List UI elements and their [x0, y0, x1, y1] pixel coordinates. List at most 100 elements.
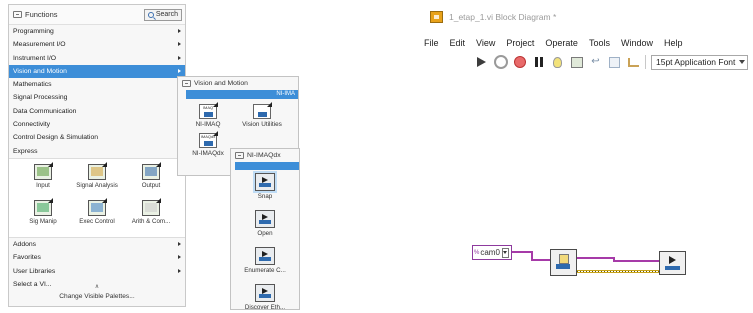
imaqdx-snap-node[interactable] [659, 251, 686, 275]
palette-item-label: Favorites [13, 254, 41, 262]
express-exec-control-icon [88, 199, 106, 216]
vm-tile-ni-imaqdx[interactable]: IMAQdx NI-IMAQdx [186, 133, 230, 157]
session-wire-segment[interactable] [531, 259, 550, 261]
io-name-icon: % [474, 249, 479, 256]
step-into-icon[interactable] [588, 55, 603, 69]
express-tile-label: Arith & Com... [131, 217, 171, 225]
pin-icon[interactable] [235, 152, 244, 159]
expand-up-icon[interactable]: ∧ [95, 283, 99, 290]
vision-motion-selection-bar: NI-IMA [186, 90, 298, 99]
imaqdx-function-list: Snap Open Enumerate C... Discover Eth... [231, 170, 299, 313]
snap-icon [255, 173, 275, 191]
submenu-arrow-icon [178, 42, 181, 47]
palette-item-programming[interactable]: Programming [9, 25, 185, 38]
imaqdx-tile-discover-ethernet[interactable]: Discover Eth... [245, 284, 285, 313]
palette-footer: ∧ Change Visible Palettes... [9, 276, 185, 306]
vm-tile-vision-utilities[interactable]: Vision Utilities [240, 104, 284, 128]
enumerate-cameras-icon [255, 247, 275, 265]
imaqdx-tile-enumerate-cameras[interactable]: Enumerate C... [244, 247, 286, 284]
highlight-execution-icon[interactable] [550, 55, 565, 69]
imaqdx-open-camera-node[interactable] [550, 249, 577, 276]
palette-item-signal-processing[interactable]: Signal Processing [9, 91, 185, 104]
menu-project[interactable]: Project [506, 38, 534, 48]
vision-motion-title: Vision and Motion [194, 80, 248, 87]
palette-item-mathematics[interactable]: Mathematics [9, 78, 185, 91]
menu-tools[interactable]: Tools [589, 38, 610, 48]
step-out-icon[interactable] [626, 55, 641, 69]
palette-search-button[interactable]: Search [143, 8, 182, 21]
palette-item-control-design[interactable]: Control Design & Simulation [9, 131, 185, 144]
imaqdx-tile-label: Open [257, 230, 273, 237]
palette-header: Functions Search [9, 5, 185, 25]
pin-icon[interactable] [13, 11, 22, 18]
express-tile-input[interactable]: Input [17, 163, 69, 198]
express-tile-output[interactable]: Output [125, 163, 177, 198]
palette-item-label: Connectivity [13, 121, 51, 129]
imaqdx-selection-bar [235, 162, 299, 170]
camera-name-constant[interactable]: % cam0 [472, 245, 512, 260]
palette-item-label: User Libraries [13, 267, 56, 275]
ni-imaqdx-icon: IMAQdx [199, 133, 217, 148]
vm-tile-label: NI-IMAQ [195, 121, 221, 128]
submenu-arrow-icon [178, 68, 181, 73]
vision-motion-grid: IMAQ NI-IMAQ Vision Utilities [178, 99, 298, 128]
express-tile-label: Sig Manip [29, 217, 57, 225]
express-tile-arith-comparison[interactable]: Arith & Com... [125, 199, 177, 234]
palette-item-label: Addons [13, 240, 37, 248]
open-camera-icon [255, 210, 275, 228]
express-tile-signal-analysis[interactable]: Signal Analysis [71, 163, 123, 198]
palette-title: Functions [25, 10, 58, 19]
palette-item-express[interactable]: Express [9, 145, 185, 158]
font-select-value: 15pt Application Font [656, 57, 736, 67]
palette-item-addons[interactable]: Addons [9, 238, 185, 251]
palette-item-favorites[interactable]: Favorites [9, 251, 185, 264]
palette-item-label: Express [13, 147, 38, 155]
session-wire-segment[interactable] [613, 260, 659, 262]
palette-item-measurement-io[interactable]: Measurement I/O [9, 38, 185, 51]
run-continuously-icon[interactable] [493, 55, 508, 69]
imaqdx-tile-snap[interactable]: Snap [255, 173, 275, 210]
palette-item-vision-and-motion[interactable]: Vision and Motion [9, 64, 185, 79]
retain-wire-values-icon[interactable] [569, 55, 584, 69]
express-tile-sig-manip[interactable]: Sig Manip [17, 199, 69, 234]
font-select[interactable]: 15pt Application Font [651, 54, 749, 70]
error-cluster-wire[interactable] [577, 270, 659, 273]
snap-icon [664, 256, 681, 271]
submenu-arrow-icon [178, 55, 181, 60]
ni-imaq-icon: IMAQ [199, 104, 217, 119]
menu-file[interactable]: File [424, 38, 439, 48]
constant-dropdown-icon[interactable] [501, 247, 509, 258]
menu-operate[interactable]: Operate [545, 38, 578, 48]
menu-window[interactable]: Window [621, 38, 653, 48]
imaqdx-tile-open[interactable]: Open [255, 210, 275, 247]
menu-view[interactable]: View [476, 38, 495, 48]
palette-item-label: Data Communication [13, 107, 77, 115]
express-output-icon [142, 163, 160, 180]
session-wire-segment[interactable] [512, 251, 532, 253]
run-icon[interactable] [474, 55, 489, 69]
palette-item-label: Vision and Motion [13, 67, 67, 75]
express-tile-label: Input [36, 181, 50, 189]
session-wire-segment[interactable] [577, 257, 614, 259]
toolbar: 15pt Application Font [416, 51, 753, 73]
vm-tile-ni-imaq[interactable]: IMAQ NI-IMAQ [186, 104, 230, 128]
abort-icon[interactable] [512, 55, 527, 69]
menu-edit[interactable]: Edit [450, 38, 466, 48]
palette-item-connectivity[interactable]: Connectivity [9, 118, 185, 131]
vm-tile-label: NI-IMAQdx [192, 150, 224, 157]
express-tile-exec-control[interactable]: Exec Control [71, 199, 123, 234]
change-visible-palettes-link[interactable]: Change Visible Palettes... [59, 293, 134, 300]
pin-icon[interactable] [182, 80, 191, 87]
pause-icon[interactable] [531, 55, 546, 69]
submenu-arrow-icon [178, 268, 181, 273]
open-camera-icon [555, 254, 572, 269]
step-over-icon[interactable] [607, 55, 622, 69]
palette-item-instrument-io[interactable]: Instrument I/O [9, 52, 185, 65]
palette-item-label: Measurement I/O [13, 41, 66, 49]
menu-help[interactable]: Help [664, 38, 683, 48]
imaqdx-subpalette: NI-IMAQdx Snap Open Enumerate C... Disco… [230, 148, 300, 313]
express-arith-comparison-icon [142, 199, 160, 216]
window-title: 1_etap_1.vi Block Diagram * [449, 12, 557, 22]
palette-item-data-communication[interactable]: Data Communication [9, 105, 185, 118]
palette-item-label: Programming [13, 28, 54, 35]
